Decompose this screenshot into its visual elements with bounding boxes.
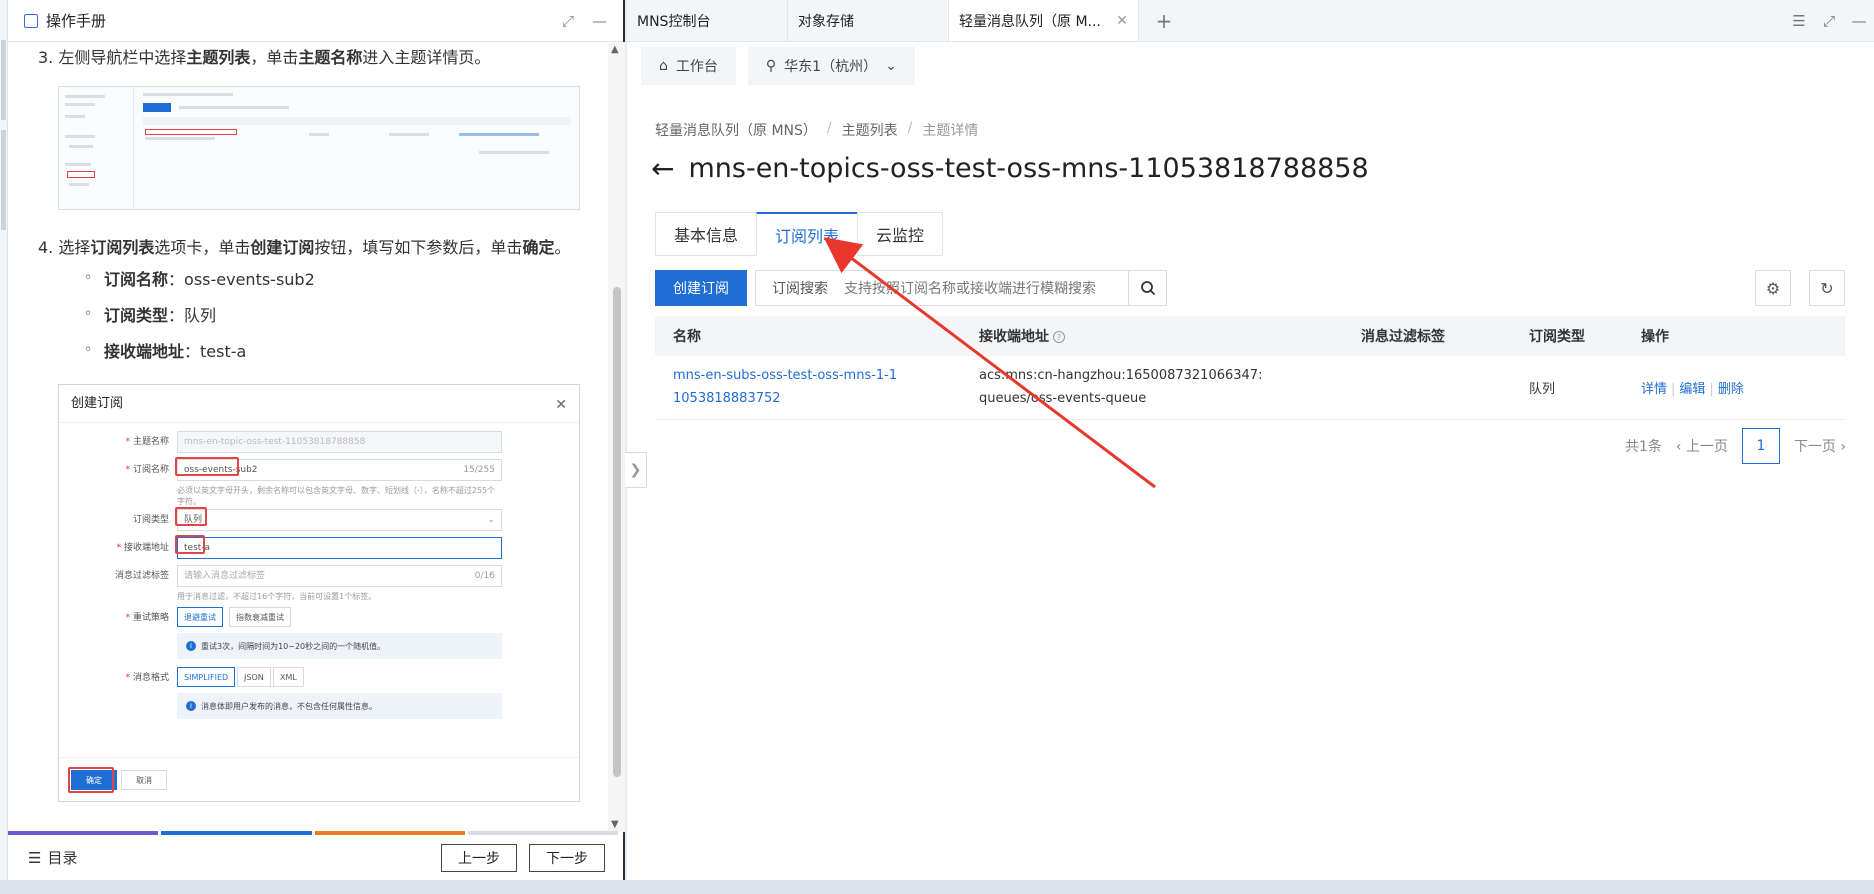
dialog-cancel-button: 取消: [121, 770, 167, 790]
region-selector[interactable]: ⚲ 华东1（杭州） ⌄: [747, 47, 915, 85]
breadcrumb-item[interactable]: 轻量消息队列（原 MNS）: [655, 120, 817, 140]
collapse-panel-button[interactable]: ❯: [625, 452, 647, 488]
console-panel: MNS控制台 对象存储 轻量消息队列（原 M... ✕ + ☰ ⤢ — ⌂ 工作…: [627, 0, 1874, 880]
location-icon: ⚲: [765, 58, 777, 74]
minimize-icon[interactable]: —: [592, 12, 607, 30]
taskbar: [0, 880, 1874, 894]
step-4: 4. 选择订阅列表选项卡，单击创建订阅按钮，填写如下参数后，单击确定。: [38, 238, 571, 257]
dialog-title: 创建订阅: [59, 385, 579, 423]
subscription-name-link[interactable]: mns-en-subs-oss-test-oss-mns-1-110538188…: [655, 365, 905, 409]
retry-option: 指数衰减重试: [229, 607, 291, 627]
type-cell: 队列: [1529, 382, 1556, 397]
next-step-button[interactable]: 下一步: [529, 843, 605, 872]
param-list: 订阅名称：oss-events-sub2 订阅类型：队列 接收端地址：test-…: [84, 268, 594, 364]
close-icon: ✕: [555, 397, 567, 413]
param-item: 订阅类型：队列: [84, 304, 594, 328]
home-icon: ⌂: [659, 58, 668, 74]
highlight-box: [175, 535, 205, 554]
manual-panel: 操作手册 ⤢ — 3. 左侧导航栏中选择主题列表，单击主题名称进入主题详情页。: [8, 0, 625, 880]
filter-tag-field: 请输入消息过滤标签 0/16: [177, 565, 502, 587]
settings-gear-icon[interactable]: ⚙: [1755, 270, 1791, 306]
page-title: mns-en-topics-oss-test-oss-mns-110538187…: [688, 153, 1369, 184]
expand-icon[interactable]: ⤢: [562, 12, 574, 30]
breadcrumb-item: 主题详情: [922, 123, 979, 139]
step-3-screenshot: [58, 86, 580, 210]
manual-scrollbar[interactable]: ▲ ▼: [608, 42, 625, 832]
minimize-icon[interactable]: —: [1844, 0, 1874, 41]
scrollbar-thumb[interactable]: [613, 287, 621, 777]
step-3: 3. 左侧导航栏中选择主题列表，单击主题名称进入主题详情页。: [38, 48, 491, 67]
back-arrow-icon[interactable]: ←: [651, 152, 674, 185]
page-number[interactable]: 1: [1741, 428, 1780, 464]
search-input[interactable]: 支持按照订阅名称或接收端进行模糊搜索: [844, 278, 1096, 298]
edit-link[interactable]: 编辑: [1679, 382, 1705, 397]
endpoint-field: test-a: [177, 537, 502, 559]
menu-icon[interactable]: ☰: [1784, 0, 1814, 41]
detail-link[interactable]: 详情: [1641, 382, 1667, 397]
help-icon[interactable]: ?: [1053, 331, 1065, 343]
highlight-box: [68, 767, 114, 793]
left-edge-strip: [0, 0, 8, 880]
strip-marker: [1, 130, 6, 230]
subscription-table: 名称 接收端地址? 消息过滤标签 订阅类型 操作 mns-en-subs-oss…: [655, 316, 1845, 420]
search-icon[interactable]: [1128, 271, 1166, 305]
table-header: 名称 接收端地址? 消息过滤标签 订阅类型 操作: [655, 316, 1845, 356]
retry-option: 退避重试: [177, 607, 223, 627]
prev-step-button[interactable]: 上一步: [441, 843, 517, 872]
list-icon: ☰: [28, 848, 42, 867]
manual-title: 操作手册: [46, 12, 107, 30]
dialog-footer: 确定 取消: [59, 757, 579, 801]
param-item: 订阅名称：oss-events-sub2: [84, 268, 594, 292]
table-row: mns-en-subs-oss-test-oss-mns-1-110538188…: [655, 356, 1845, 420]
new-tab-icon[interactable]: +: [1139, 0, 1189, 41]
total-count: 共1条: [1624, 439, 1662, 455]
workbench-button[interactable]: ⌂ 工作台: [641, 47, 736, 85]
detail-tabs: 基本信息 订阅列表 云监控: [655, 212, 944, 256]
highlight-box: [175, 457, 239, 476]
subscription-search[interactable]: 订阅搜索 支持按照订阅名称或接收端进行模糊搜索: [755, 270, 1167, 306]
subscription-type-field: 队列 ⌄: [177, 509, 502, 531]
prev-page-button[interactable]: ‹ 上一页: [1676, 436, 1728, 456]
format-option: JSON: [237, 667, 271, 687]
manual-content: 3. 左侧导航栏中选择主题列表，单击主题名称进入主题详情页。 4. 选择订阅列表…: [8, 42, 608, 832]
next-page-button[interactable]: 下一页 ›: [1794, 436, 1846, 456]
format-option: XML: [273, 667, 304, 687]
tab-basic-info[interactable]: 基本信息: [655, 212, 757, 256]
create-subscription-screenshot: 创建订阅 ✕ * 主题名称 mns-en-topic-oss-test-1105…: [58, 384, 580, 802]
tab-oss[interactable]: 对象存储: [788, 0, 949, 41]
endpoint-cell: acs:mns:cn-hangzhou:1650087321066347:que…: [979, 368, 1263, 406]
strip-marker: [1, 40, 6, 120]
create-subscription-button[interactable]: 创建订阅: [655, 270, 747, 306]
breadcrumb-item[interactable]: 主题列表: [842, 120, 898, 140]
chevron-down-icon: ⌄: [885, 58, 897, 74]
manual-header: 操作手册 ⤢ —: [8, 0, 623, 42]
topic-field: mns-en-topic-oss-test-11053818788858: [177, 431, 502, 453]
filter-hint: 用于消息过滤，不超过16个字符，当前可设置1个标签。: [177, 592, 377, 601]
manual-icon: [24, 13, 38, 28]
format-info: i 消息体即用户发布的消息，不包含任何属性信息。: [177, 693, 502, 719]
name-hint: 必须以英文字母开头，剩余名称可以包含英文字母、数字、短划线（-），名称不超过25…: [177, 486, 496, 507]
toc-button[interactable]: ☰ 目录: [28, 847, 77, 868]
browser-tabbar: MNS控制台 对象存储 轻量消息队列（原 M... ✕ + ☰ ⤢ —: [627, 0, 1874, 42]
refresh-icon[interactable]: ↻: [1809, 270, 1845, 306]
breadcrumb: 轻量消息队列（原 MNS） / 主题列表 / 主题详情: [655, 120, 979, 140]
page-title-row: ← mns-en-topics-oss-test-oss-mns-1105381…: [651, 152, 1369, 185]
param-item: 接收端地址：test-a: [84, 340, 594, 364]
expand-icon[interactable]: ⤢: [1814, 0, 1844, 41]
top-nav: ⌂ 工作台 ⚲ 华东1（杭州） ⌄: [641, 47, 915, 85]
delete-link[interactable]: 删除: [1718, 382, 1744, 397]
tab-close-icon[interactable]: ✕: [1116, 13, 1128, 29]
format-option: SIMPLIFIED: [177, 667, 236, 687]
pagination: 共1条 ‹ 上一页 1 下一页 ›: [1625, 428, 1846, 464]
actions-cell: 详情 | 编辑 | 删除: [1641, 382, 1744, 397]
retry-info: i 重试3次，间隔时间为10~20秒之间的一个随机值。: [177, 633, 502, 659]
highlight-box: [175, 507, 207, 526]
tab-monitor[interactable]: 云监控: [857, 212, 944, 256]
table-toolbar: 创建订阅 订阅搜索 支持按照订阅名称或接收端进行模糊搜索 ⚙ ↻: [655, 270, 1845, 306]
tab-mns-console[interactable]: MNS控制台: [627, 0, 788, 41]
manual-footer: ☰ 目录 上一步 下一步: [8, 835, 625, 880]
tab-mns-light[interactable]: 轻量消息队列（原 M... ✕: [949, 0, 1139, 41]
tab-subscriptions[interactable]: 订阅列表: [756, 212, 858, 256]
